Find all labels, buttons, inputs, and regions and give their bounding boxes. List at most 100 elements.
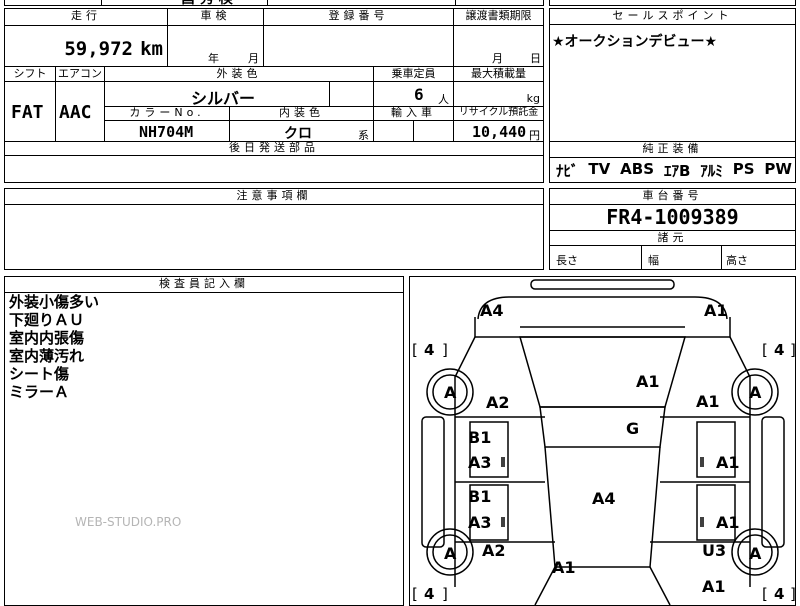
inspection-month-label: 月	[248, 52, 259, 65]
damage-mark: A3	[468, 453, 492, 472]
damage-mark: B1	[468, 428, 491, 447]
damage-mark: U3	[702, 541, 726, 560]
inspector-line: 外装小傷多い	[9, 293, 100, 311]
chassis-value-cell: FR4-1009389	[550, 204, 795, 231]
watermark: WEB-STUDIO.PRO	[75, 515, 182, 529]
dimension-width-cell: 幅	[642, 246, 722, 269]
capacity-unit: 人	[438, 93, 449, 106]
equipment-item-airbag: ｴｱB	[663, 162, 691, 180]
transfer-deadline-value-cell: 月 日	[454, 26, 544, 67]
equipment-item-tv: TV	[588, 160, 611, 178]
inspector-notes: 外装小傷多い 下廻りＡＵ 室内内張傷 室内薄汚れ シート傷 ミラーＡ	[9, 293, 99, 401]
inspection-value-cell: 年 月	[168, 26, 264, 67]
inspector-line: 室内内張傷	[9, 329, 85, 347]
capacity-value-cell: 6 人	[374, 82, 454, 107]
exterior-color-header: 外装色	[105, 67, 374, 82]
equipment-item-alloy: ｱﾙﾐ	[700, 162, 723, 180]
recycle-fee-header: リサイクル預託金	[454, 107, 544, 121]
svg-text:]: ]	[442, 585, 448, 603]
damage-mark: B1	[468, 487, 491, 506]
inspection-year-label: 年	[208, 52, 219, 65]
equipment-item-ps: PS	[732, 160, 755, 178]
mileage-value: 59,972	[64, 38, 133, 60]
dimension-length-label: 長さ	[556, 254, 578, 267]
svg-text:[: [	[762, 585, 768, 603]
svg-text:]: ]	[790, 341, 795, 359]
equipment-list: ﾅﾋﾞ TV ABS ｴｱB ｱﾙﾐ PS PW	[556, 160, 792, 181]
exterior-color-extra	[330, 82, 374, 107]
transfer-deadline-header: 譲渡書類期限	[454, 9, 544, 26]
notes-panel: 注意事項欄	[4, 188, 544, 270]
svg-text:[: [	[412, 341, 418, 359]
notes-header: 注意事項欄	[5, 189, 543, 205]
equipment-item-abs: ABS	[620, 160, 655, 178]
vehicle-info-form: 走行 車検 登録番号 譲渡書類期限 59,972 km 年 月 月 日 シフト …	[4, 8, 544, 156]
import-car-extra	[414, 121, 454, 142]
equipment-panel: 純正装備 ﾅﾋﾞ TV ABS ｴｱB ｱﾙﾐ PS PW	[549, 141, 796, 183]
tire-tread-rear-right: 4	[774, 585, 784, 603]
mileage-header: 走行	[5, 9, 168, 26]
transmission-value: FAT	[11, 102, 44, 123]
inspector-line: 下廻りＡＵ	[9, 311, 85, 329]
chassis-header: 車台番号	[550, 189, 795, 205]
inspector-line: シート傷	[9, 365, 70, 383]
later-parts-area	[4, 156, 544, 183]
damage-mark: A4	[480, 301, 504, 320]
recycle-fee-unit: 円	[529, 129, 540, 142]
recycle-fee-value: 10,440	[472, 123, 527, 141]
svg-text:]: ]	[442, 341, 448, 359]
interior-color-suffix: 系	[358, 129, 369, 142]
damage-mark: A1	[702, 577, 726, 596]
damage-mark: A3	[468, 513, 492, 532]
wheel-grade-fl: A	[444, 383, 457, 402]
inspector-panel: 検査員記入欄 外装小傷多い 下廻りＡＵ 室内内張傷 室内薄汚れ シート傷 ミラー…	[4, 276, 404, 606]
interior-color-header: 内装色	[230, 107, 374, 121]
recycle-fee-value-cell: 10,440 円	[454, 121, 544, 142]
mileage-value-cell: 59,972 km	[5, 26, 168, 67]
tire-tread-front-right: 4	[774, 341, 784, 359]
color-no-value: NH704M	[139, 123, 194, 141]
sales-point-panel: セールスポイント ★オークションデビュー★	[549, 8, 796, 142]
chassis-value: FR4-1009389	[606, 205, 739, 229]
damage-mark: A2	[482, 541, 506, 560]
import-car-value	[374, 121, 414, 142]
later-parts-header: 後日発送部品	[5, 142, 544, 156]
top-strip: 昌 秀 検	[4, 0, 544, 8]
max-load-value-cell: kg	[454, 82, 544, 107]
color-no-value-cell: NH704M	[105, 121, 230, 142]
dimension-height-label: 高さ	[726, 254, 748, 267]
car-diagram: 4 4 4 4 [] [] [] [] A A A A A4 A1 A2 A1 …	[412, 279, 795, 605]
exterior-color-value: シルバー	[191, 89, 256, 107]
interior-color-value: クロ	[284, 126, 312, 142]
transmission-header: シフト	[5, 67, 56, 82]
aircon-value: AAC	[59, 102, 92, 123]
damage-mark: G	[626, 419, 639, 438]
aircon-value-cell: AAC	[56, 82, 105, 142]
damage-mark: A1	[696, 392, 720, 411]
aircon-header: エアコン	[56, 67, 105, 82]
damage-mark: A1	[636, 372, 660, 391]
transfer-day-label: 日	[530, 52, 541, 65]
inspection-header: 車検	[168, 9, 264, 26]
max-load-header: 最大積載量	[454, 67, 544, 82]
wheel-grade-fr: A	[749, 383, 762, 402]
damage-mark: A1	[716, 453, 740, 472]
exterior-color-value-cell: シルバー	[105, 82, 330, 107]
inspector-line: ミラーＡ	[9, 383, 70, 401]
dimension-width-label: 幅	[648, 254, 659, 267]
color-no-header: カラーNo.	[105, 107, 230, 121]
sales-point-header: セールスポイント	[550, 9, 795, 25]
damage-map-panel: 4 4 4 4 [] [] [] [] A A A A A4 A1 A2 A1 …	[409, 276, 796, 606]
damage-mark: A1	[552, 558, 576, 577]
wheel-grade-rl: A	[444, 544, 457, 563]
inspector-line: 室内薄汚れ	[9, 347, 85, 365]
tire-tread-rear-left: 4	[424, 585, 434, 603]
import-car-header: 輸入車	[374, 107, 454, 121]
top-strip-text: 昌 秀 検	[181, 0, 233, 8]
damage-mark: A1	[716, 513, 740, 532]
sales-point-text: ★オークションデビュー★	[552, 34, 718, 50]
svg-text:]: ]	[790, 585, 795, 603]
chassis-panel: 車台番号 FR4-1009389 諸元 長さ 幅 高さ	[549, 188, 796, 270]
inspector-header: 検査員記入欄	[5, 277, 403, 293]
transmission-value-cell: FAT	[5, 82, 56, 142]
